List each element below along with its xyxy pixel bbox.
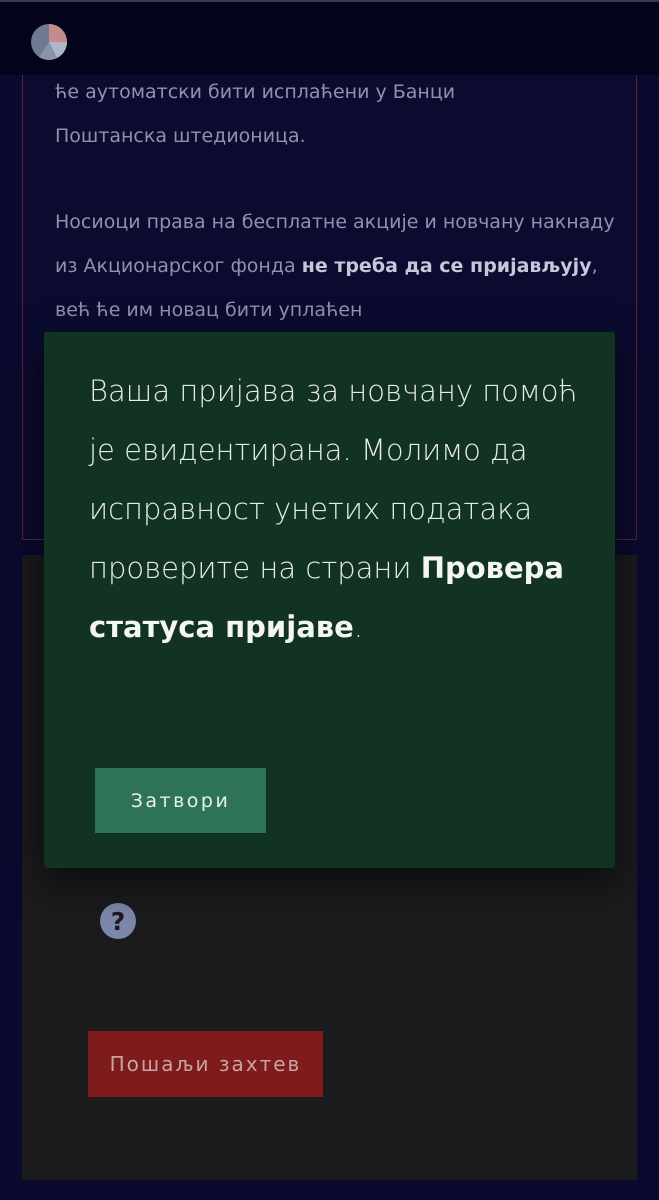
modal-message: Ваша пријава за новчану помоћ је евидент… [89, 362, 589, 657]
question-circle-icon[interactable]: ? [100, 903, 136, 939]
close-button[interactable]: Затвори [95, 768, 266, 833]
modal-message-end: . [353, 610, 363, 644]
submit-request-button[interactable]: Пошаљи захтев [88, 1031, 323, 1097]
pie-chart-icon[interactable] [27, 22, 71, 62]
help-glyph: ? [110, 906, 126, 936]
info-paragraph-1: ће аутоматски бити исплаћени у Банци Пош… [55, 70, 615, 158]
info-line: Поштанска штедионица. [55, 125, 306, 147]
info-line: ће аутоматски бити исплаћени у Банци [55, 81, 456, 103]
confirmation-modal: Ваша пријава за новчану помоћ је евидент… [44, 332, 615, 868]
info-text-bold: не треба да се пријављују [301, 255, 592, 277]
info-paragraph-2: Носиоци права на бесплатне акције и новч… [55, 200, 615, 332]
top-bar [0, 0, 659, 75]
